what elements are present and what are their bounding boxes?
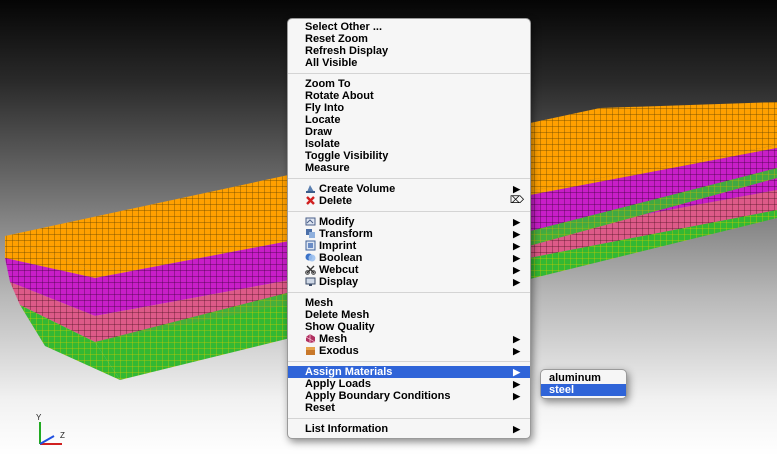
menu-separator	[288, 178, 530, 179]
submenu-arrow-icon: ▶	[513, 391, 520, 401]
menu-item-delete-mesh[interactable]: Delete Mesh	[288, 309, 530, 321]
menu-item-modify[interactable]: Modify ▶	[288, 216, 530, 228]
boolean-icon	[305, 252, 316, 263]
submenu-arrow-icon: ▶	[513, 334, 520, 344]
submenu-arrow-icon: ▶	[513, 253, 520, 263]
exodus-icon	[305, 345, 316, 356]
menu-item-label: Mesh	[319, 333, 348, 345]
menu-separator	[288, 418, 530, 419]
menu-item-label: Imprint	[319, 240, 357, 252]
submenu-item-aluminum[interactable]: aluminum	[541, 372, 626, 384]
assign-materials-submenu: aluminum steel	[540, 369, 627, 399]
submenu-arrow-icon: ▶	[513, 217, 520, 227]
menu-item-all-visible[interactable]: All Visible	[288, 57, 530, 69]
menu-item-label: List Information	[305, 423, 389, 435]
submenu-arrow-icon: ▶	[513, 241, 520, 251]
menu-separator	[288, 292, 530, 293]
imprint-icon	[305, 240, 316, 251]
menu-item-label: Rotate About	[305, 90, 374, 102]
menu-item-draw[interactable]: Draw	[288, 126, 530, 138]
menu-item-label: Exodus	[319, 345, 359, 357]
menu-item-label: Zoom To	[305, 78, 351, 90]
menu-item-webcut[interactable]: Webcut ▶	[288, 264, 530, 276]
axis-triad: Y Z	[30, 410, 80, 450]
menu-item-label: Create Volume	[319, 183, 396, 195]
transform-icon	[305, 228, 316, 239]
menu-item-apply-boundary-conditions[interactable]: Apply Boundary Conditions ▶	[288, 390, 530, 402]
menu-item-label: Locate	[305, 114, 341, 126]
menu-item-label: Apply Boundary Conditions	[305, 390, 451, 402]
menu-item-list-information[interactable]: List Information ▶	[288, 423, 530, 435]
menu-item-label: Select Other ...	[305, 21, 383, 33]
menu-item-locate[interactable]: Locate	[288, 114, 530, 126]
menu-item-boolean[interactable]: Boolean ▶	[288, 252, 530, 264]
mesh-icon	[305, 333, 316, 344]
menu-item-label: Webcut	[319, 264, 359, 276]
menu-item-mesh[interactable]: Mesh	[288, 297, 530, 309]
menu-item-label: Mesh	[305, 297, 334, 309]
menu-item-label: Isolate	[305, 138, 340, 150]
menu-item-show-quality[interactable]: Show Quality	[288, 321, 530, 333]
shortcut-key: ⌦	[509, 195, 524, 206]
menu-item-label: Boolean	[319, 252, 363, 264]
menu-item-select-other[interactable]: Select Other ...	[288, 21, 530, 33]
menu-item-label: Fly Into	[305, 102, 345, 114]
axis-z-label: Z	[60, 431, 65, 440]
menu-item-label: Assign Materials	[305, 366, 393, 378]
menu-item-label: Reset Zoom	[305, 33, 368, 45]
menu-item-zoom-to[interactable]: Zoom To	[288, 78, 530, 90]
submenu-item-steel[interactable]: steel	[541, 384, 626, 396]
delete-icon	[305, 195, 316, 206]
menu-item-display[interactable]: Display ▶	[288, 276, 530, 288]
menu-item-isolate[interactable]: Isolate	[288, 138, 530, 150]
context-menu: Select Other ... Reset Zoom Refresh Displa…	[287, 18, 531, 439]
submenu-arrow-icon: ▶	[513, 229, 520, 239]
menu-item-label: Modify	[319, 216, 355, 228]
menu-item-imprint[interactable]: Imprint ▶	[288, 240, 530, 252]
menu-item-rotate-about[interactable]: Rotate About	[288, 90, 530, 102]
menu-item-apply-loads[interactable]: Apply Loads ▶	[288, 378, 530, 390]
menu-item-label: Delete	[319, 195, 353, 207]
menu-item-label: Reset	[305, 402, 335, 414]
menu-item-label: Draw	[305, 126, 332, 138]
submenu-item-label: steel	[549, 384, 575, 396]
menu-item-label: Display	[319, 276, 359, 288]
submenu-item-label: aluminum	[549, 372, 601, 384]
menu-item-mesh[interactable]: Mesh ▶	[288, 333, 530, 345]
display-icon	[305, 276, 316, 287]
submenu-arrow-icon: ▶	[513, 424, 520, 434]
menu-item-exodus[interactable]: Exodus ▶	[288, 345, 530, 357]
menu-item-delete[interactable]: Delete ⌦	[288, 195, 530, 207]
submenu-arrow-icon: ▶	[513, 277, 520, 287]
submenu-arrow-icon: ▶	[513, 346, 520, 356]
submenu-arrow-icon: ▶	[513, 184, 520, 194]
menu-separator	[288, 211, 530, 212]
menu-item-transform[interactable]: Transform ▶	[288, 228, 530, 240]
menu-item-reset-zoom[interactable]: Reset Zoom	[288, 33, 530, 45]
menu-item-label: Measure	[305, 162, 350, 174]
create-volume-icon	[305, 183, 316, 194]
menu-item-label: Delete Mesh	[305, 309, 370, 321]
menu-item-label: Apply Loads	[305, 378, 372, 390]
menu-item-label: All Visible	[305, 57, 358, 69]
submenu-arrow-icon: ▶	[513, 265, 520, 275]
axis-y-label: Y	[36, 413, 42, 422]
menu-item-toggle-visibility[interactable]: Toggle Visibility	[288, 150, 530, 162]
submenu-arrow-icon: ▶	[513, 379, 520, 389]
menu-separator	[288, 361, 530, 362]
modify-icon	[305, 216, 316, 227]
menu-item-measure[interactable]: Measure	[288, 162, 530, 174]
menu-item-label: Show Quality	[305, 321, 375, 333]
webcut-icon	[305, 264, 316, 275]
menu-item-reset[interactable]: Reset	[288, 402, 530, 414]
submenu-arrow-icon: ▶	[513, 367, 520, 377]
menu-separator	[288, 73, 530, 74]
menu-item-refresh-display[interactable]: Refresh Display	[288, 45, 530, 57]
menu-item-label: Refresh Display	[305, 45, 389, 57]
menu-item-label: Toggle Visibility	[305, 150, 389, 162]
menu-item-assign-materials[interactable]: Assign Materials ▶	[288, 366, 530, 378]
menu-item-create-volume[interactable]: Create Volume ▶	[288, 183, 530, 195]
menu-item-fly-into[interactable]: Fly Into	[288, 102, 530, 114]
menu-item-label: Transform	[319, 228, 373, 240]
